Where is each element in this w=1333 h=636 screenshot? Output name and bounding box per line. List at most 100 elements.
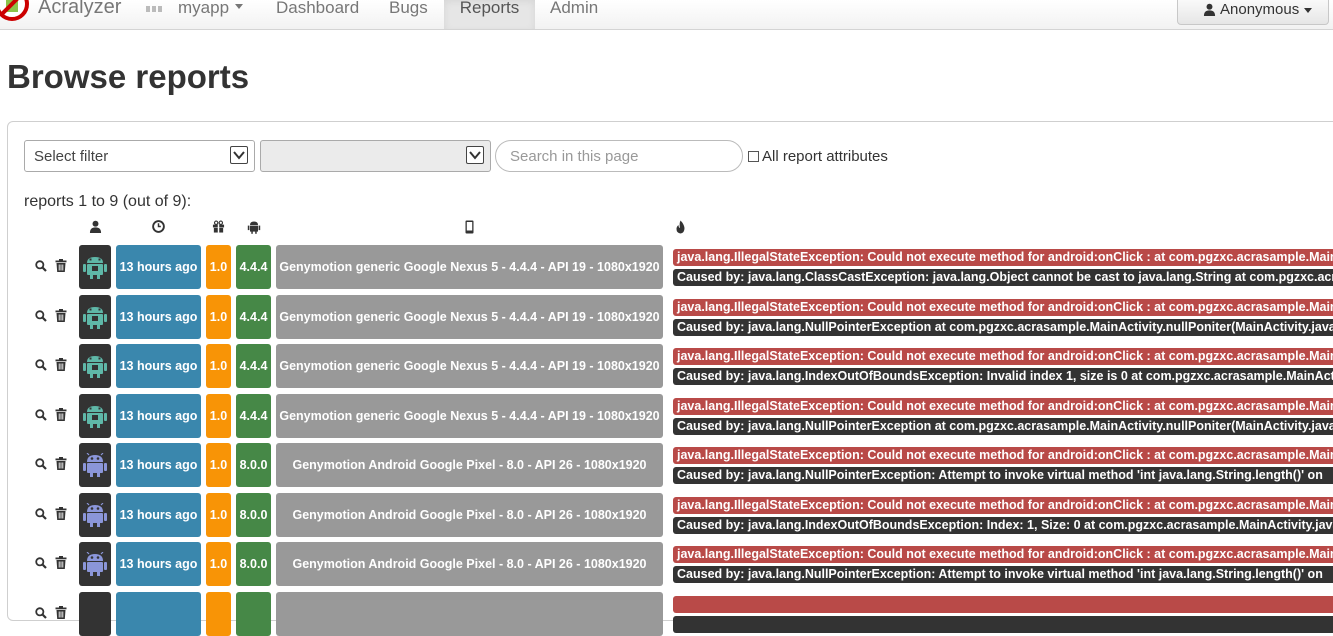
app-version-badge: 1.0 — [206, 245, 231, 289]
trash-icon[interactable] — [55, 407, 67, 421]
clock-icon — [152, 220, 165, 233]
report-time: 13 hours ago — [116, 492, 201, 537]
report-row: 13 hours ago 1.0 8.0.0 Genymotion Android G… — [0, 491, 1333, 537]
device-label: Genymotion generic Google Nexus 5 - 4.4.… — [276, 344, 663, 388]
device-label: Genymotion generic Google Nexus 5 - 4.4.… — [276, 245, 663, 289]
android-version-label: 8.0.0 — [236, 542, 271, 586]
exception-cause[interactable]: Caused by: java.lang.NullPointerExceptio… — [673, 417, 1333, 435]
trash-icon[interactable] — [55, 308, 67, 322]
app-version-badge: 1.0 — [206, 393, 231, 438]
filter-value-select[interactable] — [260, 140, 491, 172]
search-icon[interactable] — [35, 359, 47, 371]
user-icon — [1203, 3, 1216, 16]
search-input[interactable] — [495, 140, 743, 172]
exception-message[interactable]: java.lang.IllegalStateException: Could n… — [673, 397, 1333, 415]
report-row: 13 hours ago 1.0 4.4.4 Genymotion generic G… — [0, 243, 1333, 289]
all-attributes-option: All report attributes — [748, 148, 888, 165]
chevron-down-icon — [466, 146, 484, 164]
exception-cause[interactable]: Caused by: java.lang.IndexOutOfBoundsExc… — [673, 516, 1333, 534]
nav-bugs[interactable]: Bugs — [373, 0, 444, 29]
android-version-label: 4.4.4 — [236, 393, 271, 438]
report-row: 13 hours ago 1.0 4.4.4 Genymotion generic G… — [0, 342, 1333, 388]
exception-cause[interactable] — [673, 615, 1333, 633]
report-time: 13 hours ago — [116, 393, 201, 438]
android-version-label — [236, 591, 271, 636]
search-icon[interactable] — [35, 408, 47, 421]
exception-message[interactable]: java.lang.IllegalStateException: Could n… — [673, 298, 1333, 316]
device-label: Genymotion Android Google Pixel - 8.0 - … — [276, 492, 663, 537]
android-oreo-icon — [83, 552, 107, 576]
nav-dashboard[interactable]: Dashboard — [260, 0, 375, 29]
report-count: reports 1 to 9 (out of 9): — [24, 193, 192, 210]
trash-icon[interactable] — [55, 556, 67, 569]
user-icon — [89, 220, 102, 233]
exception-cause[interactable]: Caused by: java.lang.IndexOutOfBoundsExc… — [673, 368, 1333, 385]
device-label: Genymotion Android Google Pixel - 8.0 - … — [276, 542, 663, 586]
android-oreo-icon — [83, 502, 107, 527]
trash-icon[interactable] — [55, 259, 67, 272]
android-version-label: 4.4.4 — [236, 344, 271, 388]
trash-icon[interactable] — [55, 605, 67, 619]
device-label — [276, 591, 663, 636]
filter-select-value: Select filter — [34, 148, 109, 165]
search-icon[interactable] — [35, 458, 47, 470]
report-row: 13 hours ago 1.0 4.4.4 Genymotion generic G… — [0, 293, 1333, 339]
app-version-badge: 1.0 — [206, 542, 231, 586]
android-version-badge — [79, 443, 111, 487]
exception-message[interactable]: java.lang.IllegalStateException: Could n… — [673, 447, 1333, 464]
android-kitkat-icon — [83, 356, 107, 378]
exception-message[interactable]: java.lang.IllegalStateException: Could n… — [673, 348, 1333, 365]
android-version-badge — [79, 294, 111, 339]
device-label: Genymotion generic Google Nexus 5 - 4.4.… — [276, 294, 663, 339]
trash-icon[interactable] — [55, 358, 67, 371]
chevron-down-icon — [230, 146, 248, 164]
user-name: Anonymous — [1220, 1, 1300, 18]
user-menu-button[interactable]: Anonymous — [1177, 0, 1329, 25]
exception-cause[interactable]: Caused by: java.lang.NullPointerExceptio… — [673, 566, 1333, 583]
device-label: Genymotion generic Google Nexus 5 - 4.4.… — [276, 393, 663, 438]
search-icon[interactable] — [35, 606, 47, 619]
all-attributes-label[interactable]: All report attributes — [762, 148, 888, 165]
exception-message[interactable]: java.lang.IllegalStateException: Could n… — [673, 249, 1333, 266]
exception-message[interactable]: java.lang.IllegalStateException: Could n… — [673, 546, 1333, 563]
app-selector-dropdown[interactable]: myapp — [162, 0, 259, 29]
exception-cause[interactable]: Caused by: java.lang.NullPointerExceptio… — [673, 467, 1333, 484]
report-row: 13 hours ago 1.0 8.0.0 Genymotion Android G… — [0, 540, 1333, 586]
app-version-badge: 1.0 — [206, 443, 231, 487]
app-version-badge — [206, 591, 231, 636]
nav-admin[interactable]: Admin — [534, 0, 614, 29]
caret-down-icon — [1304, 8, 1313, 13]
android-version-badge — [79, 393, 111, 438]
app-version-badge: 1.0 — [206, 344, 231, 388]
brand-name[interactable]: Acralyzer — [38, 0, 121, 19]
caret-down-icon — [235, 4, 244, 9]
page-title: Browse reports — [7, 58, 250, 95]
android-version-badge — [79, 591, 111, 636]
fire-icon — [676, 220, 685, 234]
exception-message[interactable] — [673, 595, 1333, 613]
android-kitkat-icon — [83, 306, 107, 329]
report-time: 13 hours ago — [116, 245, 201, 289]
trash-icon[interactable] — [55, 457, 67, 470]
all-attributes-checkbox[interactable] — [748, 151, 759, 162]
search-icon[interactable] — [35, 507, 47, 520]
search-icon[interactable] — [35, 557, 47, 569]
nav-reports[interactable]: Reports — [444, 0, 535, 29]
exception-cause[interactable]: Caused by: java.lang.ClassCastException:… — [673, 269, 1333, 286]
filter-select[interactable]: Select filter — [24, 140, 255, 172]
exception-message[interactable]: java.lang.IllegalStateException: Could n… — [673, 496, 1333, 514]
android-version-label: 4.4.4 — [236, 245, 271, 289]
android-version-label: 8.0.0 — [236, 492, 271, 537]
android-kitkat-icon — [83, 405, 107, 428]
android-version-badge — [79, 245, 111, 289]
gift-icon — [212, 220, 225, 233]
search-icon[interactable] — [35, 309, 47, 322]
logo-icon — [0, 0, 29, 21]
android-version-label: 8.0.0 — [236, 443, 271, 487]
trash-icon[interactable] — [55, 506, 67, 520]
exception-cause[interactable]: Caused by: java.lang.NullPointerExceptio… — [673, 318, 1333, 336]
report-row: 13 hours ago 1.0 8.0.0 Genymotion Android G… — [0, 441, 1333, 487]
report-time: 13 hours ago — [116, 542, 201, 586]
search-icon[interactable] — [35, 260, 47, 272]
android-icon — [247, 221, 261, 234]
